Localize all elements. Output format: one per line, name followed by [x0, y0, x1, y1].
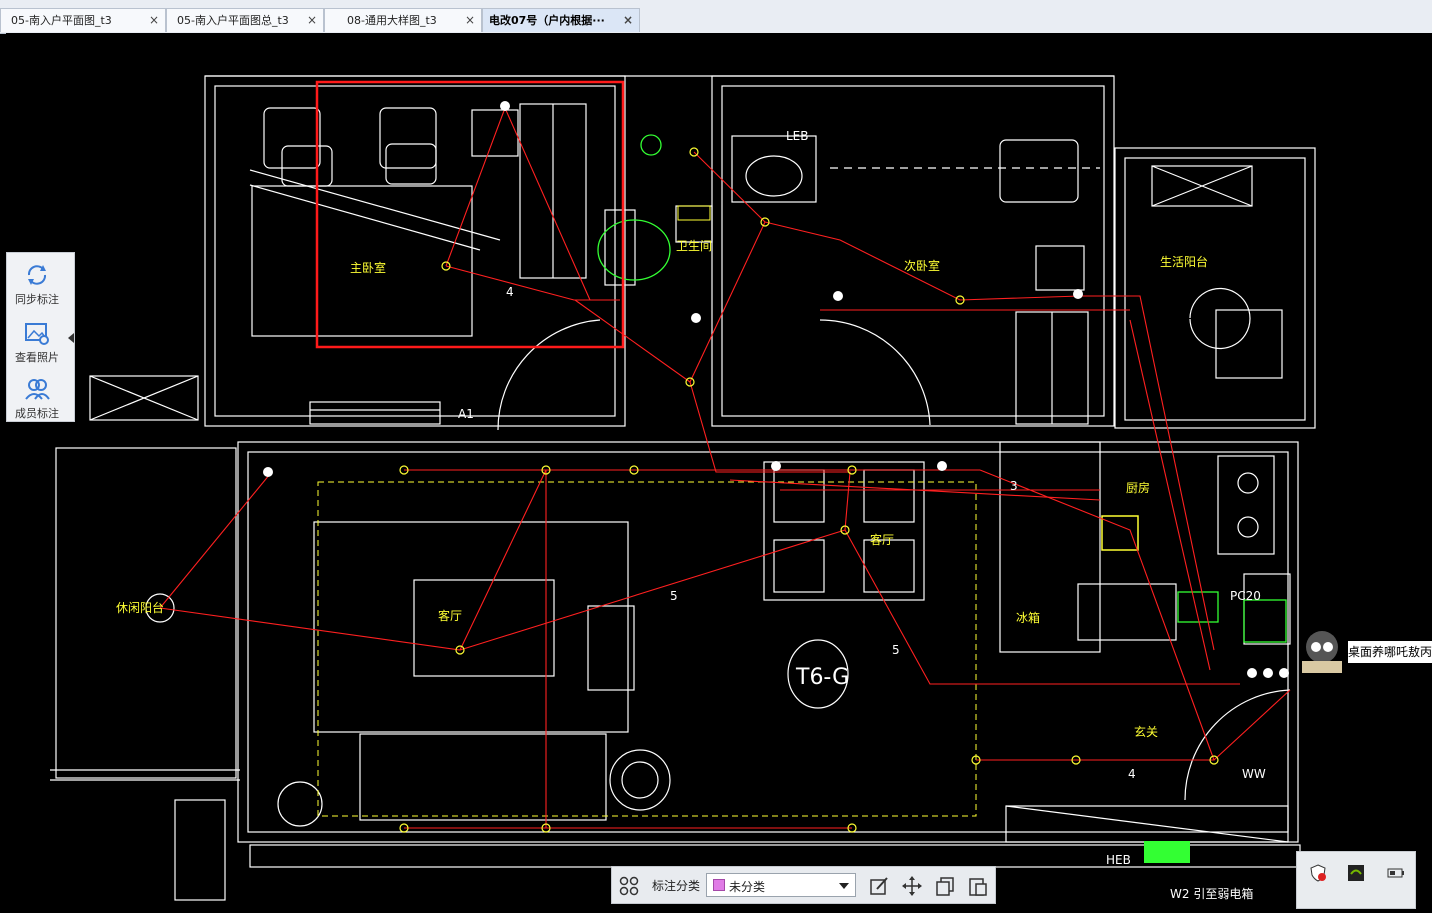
sync-icon [27, 265, 47, 285]
member-markup-button[interactable]: 成员标注 [7, 371, 67, 427]
label-num: 5 [670, 589, 678, 603]
category-label: 标注分类 [652, 879, 701, 893]
label-living-room: 客厅 [438, 608, 462, 623]
gpu-icon[interactable] [1347, 864, 1365, 882]
shield-icon[interactable] [1309, 864, 1327, 882]
close-icon[interactable]: × [465, 9, 475, 32]
label-stamp: T6-G [795, 665, 849, 690]
category-color-swatch [713, 879, 725, 891]
floor-plan-drawing: 主卧室 卫生间 次卧室 生活阳台 休闲阳台 客厅 客厅 厨房 冰箱 玄关 LEB… [50, 75, 1316, 901]
label-living-balcony: 生活阳台 [1160, 254, 1208, 269]
label-num: 4 [1128, 767, 1136, 781]
members-icon [25, 379, 50, 400]
label-pc20: PC20 [1230, 589, 1261, 603]
chevron-down-icon [839, 883, 849, 889]
label-leisure-balcony: 休闲阳台 [116, 600, 164, 615]
electrical-wiring [159, 106, 1291, 829]
label-fridge: 冰箱 [1016, 610, 1040, 625]
document-tab-bar: 05-南入户平面图_t3 × 05-南入户平面图总_t3 × 08-通用大样图_… [0, 0, 1432, 34]
label-num: 4 [506, 285, 514, 299]
label-num: 3 [1010, 479, 1018, 493]
label-num: 5 [892, 643, 900, 657]
label-ww: WW [1242, 767, 1266, 781]
tab-electrical-07[interactable]: 电改07号（户内根据··· × [482, 8, 640, 32]
tab-label: 05-南入户平面图_t3 [11, 14, 112, 27]
tab-05-south-plan-total[interactable]: 05-南入户平面图总_t3 × [166, 8, 324, 32]
desktop-pet-notification[interactable]: 桌面养哪吒敖丙 [1296, 627, 1432, 675]
label-living-room-2: 客厅 [870, 532, 894, 547]
view-photos-label: 查看照片 [15, 351, 59, 364]
tab-label: 08-通用大样图_t3 [347, 14, 437, 27]
markup-category-toolbar: 标注分类 未分类 [611, 866, 996, 904]
left-markup-toolbar: 同步标注 查看照片 成员标注 [6, 252, 75, 422]
system-tray [1296, 851, 1416, 909]
tab-label: 电改07号（户内根据··· [489, 14, 605, 27]
avatar [1302, 631, 1342, 673]
cad-drawing-canvas[interactable]: 主卧室 卫生间 次卧室 生活阳台 休闲阳台 客厅 客厅 厨房 冰箱 玄关 LEB… [6, 33, 1432, 909]
paste-icon[interactable] [967, 875, 989, 897]
collapse-toolbar-icon[interactable] [68, 333, 74, 343]
label-leb: LEB [786, 129, 809, 143]
tab-label: 05-南入户平面图总_t3 [177, 14, 289, 27]
label-bathroom: 卫生间 [676, 239, 712, 253]
tab-08-detail[interactable]: 08-通用大样图_t3 × [324, 8, 482, 32]
view-photos-button[interactable]: 查看照片 [7, 315, 67, 371]
label-heb: HEB [1106, 853, 1131, 867]
markup-highlight-box[interactable] [315, 80, 625, 349]
close-icon[interactable]: × [149, 9, 159, 32]
close-icon[interactable]: × [307, 9, 317, 32]
label-master-bedroom: 主卧室 [350, 260, 386, 275]
label-kitchen: 厨房 [1126, 480, 1150, 495]
copy-icon[interactable] [934, 875, 956, 897]
sync-markup-button[interactable]: 同步标注 [7, 257, 67, 313]
label-a1: A1 [458, 407, 474, 421]
notification-text: 桌面养哪吒敖丙 [1348, 641, 1432, 663]
photo-search-icon [25, 323, 49, 345]
battery-icon[interactable] [1387, 864, 1405, 882]
edit-icon[interactable] [868, 875, 890, 897]
category-select[interactable]: 未分类 [706, 873, 856, 897]
close-icon[interactable]: × [623, 9, 633, 32]
label-entrance: 玄关 [1134, 724, 1158, 739]
label-second-bedroom: 次卧室 [904, 258, 940, 273]
grid-icon[interactable] [618, 875, 640, 897]
category-value: 未分类 [729, 880, 766, 894]
member-markup-label: 成员标注 [15, 407, 59, 420]
label-w2-note: W2 引至弱电箱 [1170, 886, 1253, 901]
tab-05-south-plan[interactable]: 05-南入户平面图_t3 × [0, 8, 166, 32]
move-icon[interactable] [901, 875, 923, 897]
sync-markup-label: 同步标注 [15, 293, 59, 306]
